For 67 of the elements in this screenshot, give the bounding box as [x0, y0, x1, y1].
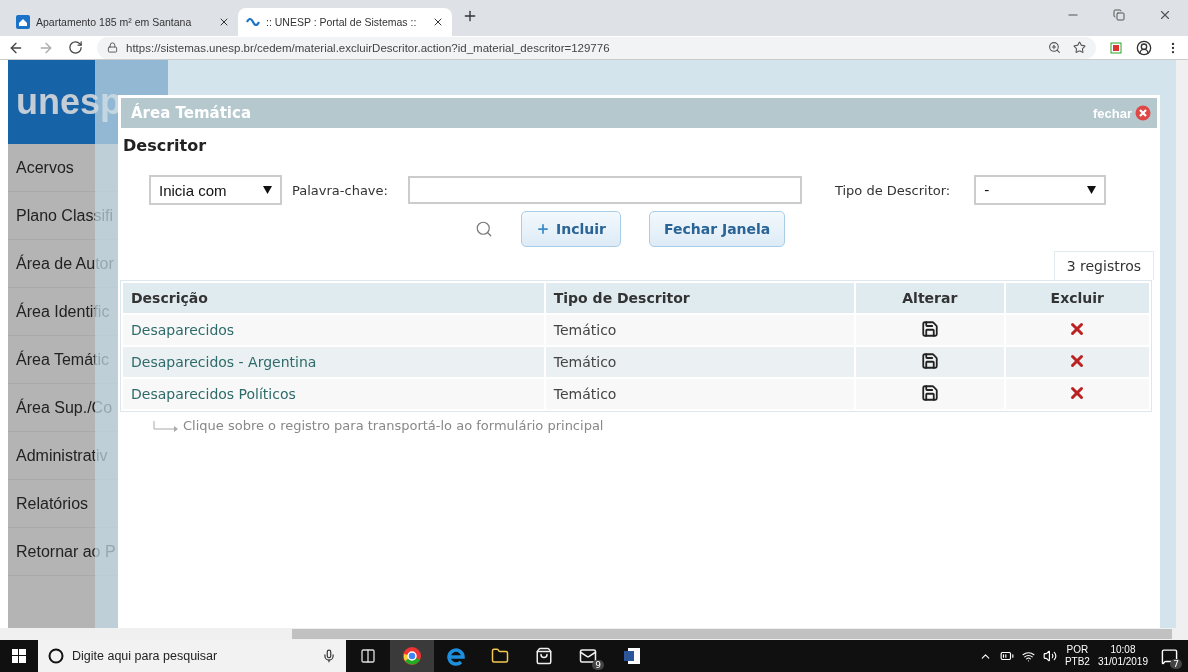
browser-tab[interactable]: :: UNESP : Portal de Sistemas ::	[238, 8, 452, 36]
mail-icon[interactable]	[579, 647, 597, 665]
hint-text: Clique sobre o registro para transportá-lo ao formulário principal	[183, 418, 604, 433]
bag-icon[interactable]	[535, 647, 553, 665]
house-icon	[16, 15, 30, 29]
star-icon[interactable]	[1073, 41, 1086, 54]
mail-badge: 9	[592, 660, 604, 670]
taskbar-search[interactable]: Digite aqui para pesquisar	[38, 640, 346, 672]
folder-icon[interactable]	[491, 647, 509, 665]
column-header: Descrição	[123, 283, 544, 313]
restore-icon[interactable]	[1113, 9, 1125, 21]
mic-icon[interactable]	[322, 649, 336, 663]
task-view-icon[interactable]	[360, 648, 376, 664]
keyword-field[interactable]	[407, 176, 802, 204]
match-select[interactable]: Inicia com	[149, 175, 282, 205]
close-icon[interactable]	[432, 16, 444, 28]
document-icon[interactable]	[622, 646, 642, 666]
new-tab-icon[interactable]	[462, 8, 478, 24]
horizontal-scrollbar[interactable]	[0, 628, 1188, 640]
account-icon[interactable]	[1136, 39, 1152, 56]
hook-arrow-icon	[153, 421, 179, 433]
column-header: Tipo de Descritor	[545, 283, 855, 313]
e-browser-icon[interactable]	[446, 646, 466, 666]
wifi-icon[interactable]	[1021, 649, 1035, 663]
clock[interactable]: 10:08 31/01/2019	[1097, 644, 1148, 668]
zoom-icon[interactable]	[1048, 41, 1061, 54]
description-link[interactable]: Desaparecidos	[123, 315, 544, 345]
record-count: 3 registros	[1053, 251, 1154, 280]
tab-title: :: UNESP : Portal de Sistemas ::	[266, 16, 418, 28]
circle-icon	[48, 648, 64, 664]
notification-badge: 7	[1170, 659, 1182, 669]
lock-icon	[107, 42, 118, 53]
floppy-icon[interactable]	[920, 319, 939, 338]
table-cell: Temático	[545, 315, 855, 345]
table-cell: Temático	[545, 379, 855, 409]
address-bar[interactable]: https://sistemas.unesp.br/cedem/material.excluirDescritor.action?id_material_descritor=129776	[97, 36, 1096, 59]
search-icon[interactable]	[475, 220, 493, 238]
close-icon	[1135, 105, 1151, 121]
language-indicator[interactable]: POR PTB2	[1064, 644, 1090, 668]
description-link[interactable]: Desaparecidos Políticos	[123, 379, 544, 409]
close-icon[interactable]	[218, 16, 230, 28]
reload-icon[interactable]	[68, 40, 83, 55]
windows-icon[interactable]	[12, 649, 26, 663]
floppy-icon[interactable]	[920, 351, 939, 370]
floppy-icon[interactable]	[920, 383, 939, 402]
close-window-button[interactable]: Fechar Janela	[648, 211, 786, 247]
scrollbar[interactable]	[1176, 60, 1188, 628]
battery-icon[interactable]	[999, 649, 1014, 663]
plus-icon	[536, 222, 550, 236]
description-link[interactable]: Desaparecidos - Argentina	[123, 347, 544, 377]
column-header: Alterar	[856, 283, 1004, 313]
wave-icon	[246, 15, 260, 29]
browser-icon[interactable]	[402, 646, 422, 666]
type-label: Tipo de Descritor:	[834, 182, 951, 198]
type-select[interactable]: -	[974, 175, 1107, 205]
dropdown-caret-icon	[263, 186, 272, 194]
extension-icon[interactable]	[1110, 41, 1122, 54]
browser-tab[interactable]: Apartamento 185 m² em Santana	[8, 8, 238, 36]
tab-title: Apartamento 185 m² em Santana	[36, 16, 193, 28]
add-button[interactable]: Incluir	[521, 211, 621, 247]
column-header: Excluir	[1005, 283, 1149, 313]
keyword-label: Palavra-chave:	[292, 182, 388, 198]
close-icon[interactable]	[1158, 8, 1172, 22]
dropdown-caret-icon	[1087, 186, 1097, 194]
table-cell: Temático	[545, 347, 855, 377]
volume-icon[interactable]	[1042, 649, 1057, 663]
notification-icon[interactable]	[1160, 647, 1178, 665]
